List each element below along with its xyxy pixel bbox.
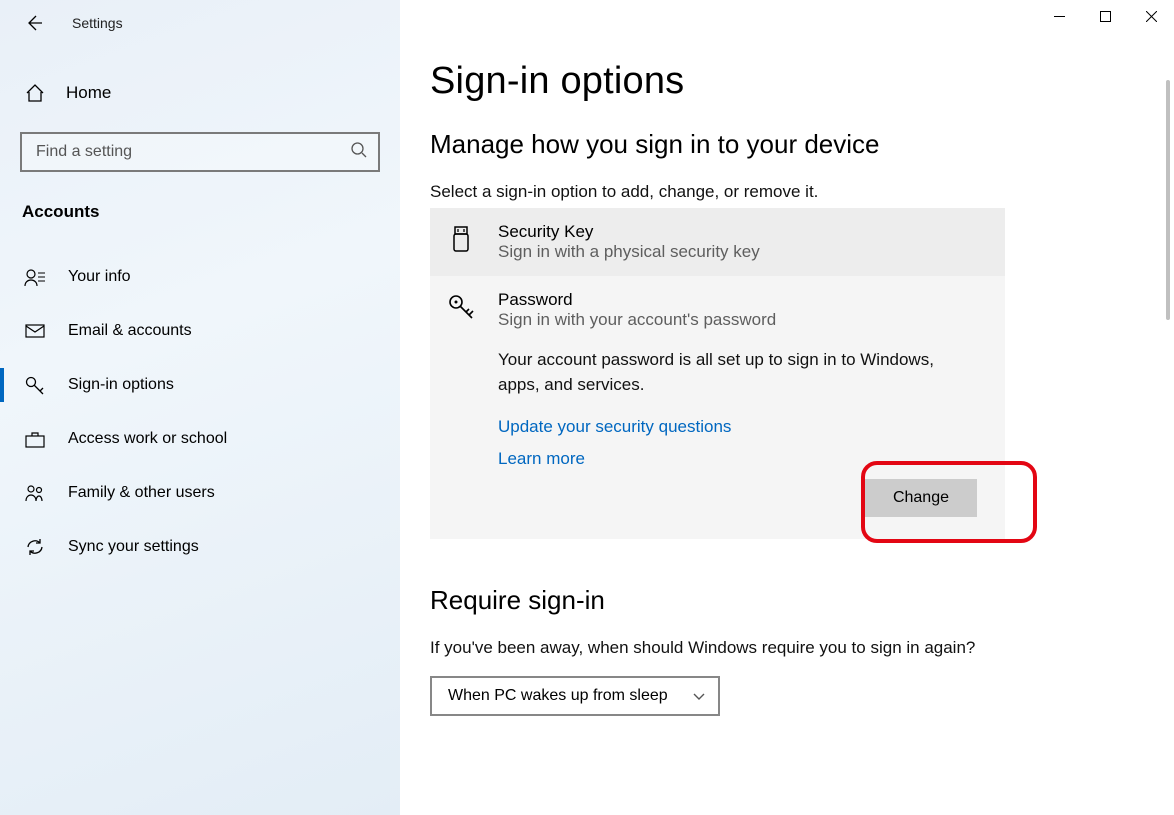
update-security-questions-link[interactable]: Update your security questions bbox=[498, 417, 731, 437]
require-caption: If you've been away, when should Windows… bbox=[430, 638, 1154, 658]
back-icon[interactable] bbox=[24, 13, 44, 33]
search-input[interactable] bbox=[20, 132, 380, 172]
sidebar-item-email[interactable]: Email & accounts bbox=[20, 304, 380, 358]
change-button[interactable]: Change bbox=[865, 479, 977, 517]
main-content: Sign-in options Manage how you sign in t… bbox=[400, 0, 1174, 815]
category-title: Accounts bbox=[20, 202, 380, 222]
sidebar-item-label: Family & other users bbox=[68, 484, 215, 502]
people-icon bbox=[24, 482, 46, 504]
option-subtitle: Sign in with your account's password bbox=[498, 310, 776, 330]
sidebar-item-signin-options[interactable]: Sign-in options bbox=[20, 358, 380, 412]
dropdown-selected: When PC wakes up from sleep bbox=[448, 687, 668, 705]
home-button[interactable]: Home bbox=[20, 68, 380, 118]
nav-list: Your info Email & accounts Sign-in optio… bbox=[20, 250, 380, 574]
mail-icon bbox=[24, 320, 46, 342]
option-password[interactable]: Password Sign in with your account's pas… bbox=[430, 276, 1005, 344]
sidebar-item-label: Your info bbox=[68, 268, 131, 286]
titlebar: Settings bbox=[0, 0, 400, 46]
manage-heading: Manage how you sign in to your device bbox=[430, 129, 1154, 160]
key-icon bbox=[24, 374, 46, 396]
sidebar-item-label: Access work or school bbox=[68, 430, 227, 448]
home-icon bbox=[24, 82, 46, 104]
require-heading: Require sign-in bbox=[430, 585, 1154, 616]
sidebar-item-family[interactable]: Family & other users bbox=[20, 466, 380, 520]
sidebar: Settings Home Accounts bbox=[0, 0, 400, 815]
scrollbar[interactable] bbox=[1166, 80, 1170, 320]
sidebar-item-label: Sign-in options bbox=[68, 376, 174, 394]
sidebar-item-your-info[interactable]: Your info bbox=[20, 250, 380, 304]
option-title: Password bbox=[498, 290, 776, 310]
option-password-expanded: Your account password is all set up to s… bbox=[430, 344, 1005, 539]
page-title: Sign-in options bbox=[430, 60, 1154, 103]
app-title: Settings bbox=[72, 15, 123, 31]
key-large-icon bbox=[446, 292, 476, 322]
sidebar-item-label: Sync your settings bbox=[68, 538, 199, 556]
manage-caption: Select a sign-in option to add, change, … bbox=[430, 182, 1154, 202]
require-signin-dropdown[interactable]: When PC wakes up from sleep bbox=[430, 676, 720, 716]
password-description: Your account password is all set up to s… bbox=[498, 348, 958, 397]
user-icon bbox=[24, 266, 46, 288]
sidebar-item-label: Email & accounts bbox=[68, 322, 192, 340]
option-title: Security Key bbox=[498, 222, 760, 242]
chevron-down-icon bbox=[692, 689, 706, 703]
home-label: Home bbox=[66, 83, 111, 103]
search-field[interactable] bbox=[36, 143, 350, 161]
option-subtitle: Sign in with a physical security key bbox=[498, 242, 760, 262]
search-icon bbox=[350, 141, 368, 163]
sidebar-item-work-school[interactable]: Access work or school bbox=[20, 412, 380, 466]
sync-icon bbox=[24, 536, 46, 558]
sidebar-item-sync[interactable]: Sync your settings bbox=[20, 520, 380, 574]
option-security-key[interactable]: Security Key Sign in with a physical sec… bbox=[430, 208, 1005, 276]
learn-more-link[interactable]: Learn more bbox=[498, 449, 585, 469]
usb-key-icon bbox=[446, 224, 476, 254]
briefcase-icon bbox=[24, 428, 46, 450]
